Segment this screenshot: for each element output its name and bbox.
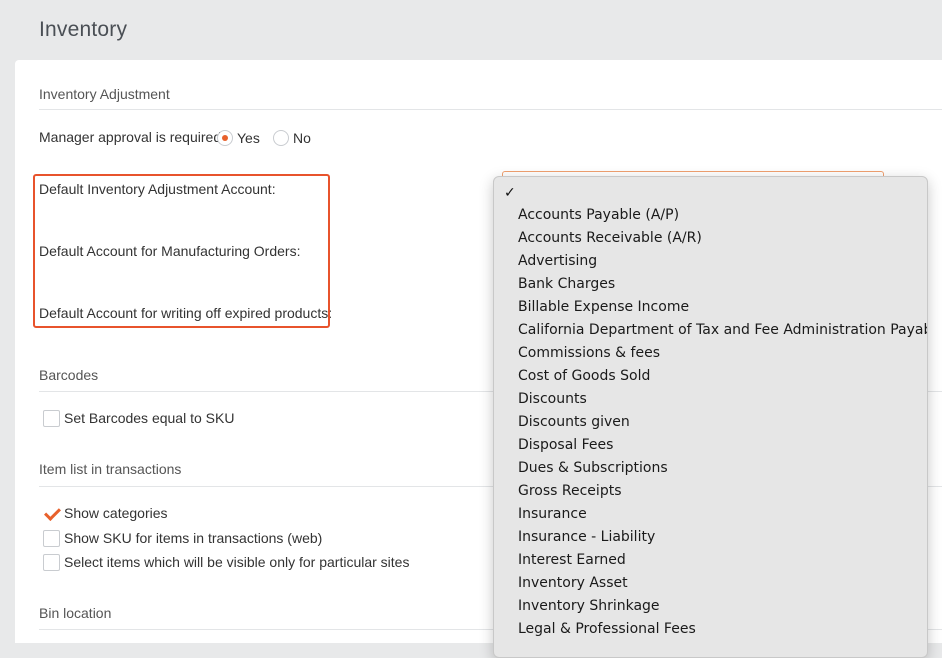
dropdown-option[interactable]: Advertising [518, 253, 597, 269]
show-sku-checkbox[interactable] [43, 530, 60, 547]
selected-check-icon: ✓ [504, 185, 516, 201]
dropdown-option[interactable]: Inventory Shrinkage [518, 598, 660, 614]
dropdown-option[interactable]: Commissions & fees [518, 345, 660, 361]
dropdown-option[interactable]: Discounts [518, 391, 587, 407]
set-barcodes-checkbox[interactable] [43, 410, 60, 427]
dropdown-option[interactable]: Bank Charges [518, 276, 615, 292]
show-categories-checkbox[interactable] [43, 504, 61, 522]
dropdown-option[interactable]: California Department of Tax and Fee Adm… [518, 322, 927, 338]
dropdown-option[interactable]: Disposal Fees [518, 437, 613, 453]
dropdown-option[interactable]: Inventory Asset [518, 575, 628, 591]
set-barcodes-label[interactable]: Set Barcodes equal to SKU [64, 410, 234, 426]
account-dropdown-menu[interactable]: ✓ Accounts Payable (A/P) Accounts Receiva… [493, 176, 928, 658]
dropdown-option[interactable]: Insurance [518, 506, 587, 522]
checkmark-icon [44, 504, 61, 521]
dropdown-option[interactable]: Gross Receipts [518, 483, 621, 499]
dropdown-option[interactable]: Accounts Receivable (A/R) [518, 230, 702, 246]
section-title-barcodes: Barcodes [39, 367, 99, 383]
select-items-sites-label[interactable]: Select items which will be visible only … [64, 554, 409, 570]
dropdown-option[interactable]: Billable Expense Income [518, 299, 689, 315]
page-title: Inventory [39, 18, 128, 41]
dropdown-option[interactable]: Accounts Payable (A/P) [518, 207, 679, 223]
approval-yes-radio[interactable] [217, 130, 233, 146]
approval-yes-label[interactable]: Yes [237, 130, 260, 146]
section-title-inventory-adjustment: Inventory Adjustment [39, 86, 170, 102]
dropdown-option[interactable]: Interest Earned [518, 552, 626, 568]
dropdown-option[interactable]: Insurance - Liability [518, 529, 655, 545]
show-categories-label[interactable]: Show categories [64, 505, 168, 521]
dropdown-option[interactable]: Discounts given [518, 414, 630, 430]
select-items-sites-checkbox[interactable] [43, 554, 60, 571]
show-sku-label[interactable]: Show SKU for items in transactions (web) [64, 530, 322, 546]
section-title-bin-location: Bin location [39, 605, 112, 621]
section-title-item-list: Item list in transactions [39, 461, 182, 477]
dropdown-option[interactable]: Legal & Professional Fees [518, 621, 696, 637]
manager-approval-label: Manager approval is required [39, 129, 222, 145]
dropdown-option[interactable]: Dues & Subscriptions [518, 460, 668, 476]
dropdown-option[interactable]: Cost of Goods Sold [518, 368, 650, 384]
divider [39, 109, 942, 110]
highlight-annotation-box [33, 174, 330, 328]
approval-no-radio[interactable] [273, 130, 289, 146]
approval-no-label[interactable]: No [293, 130, 311, 146]
